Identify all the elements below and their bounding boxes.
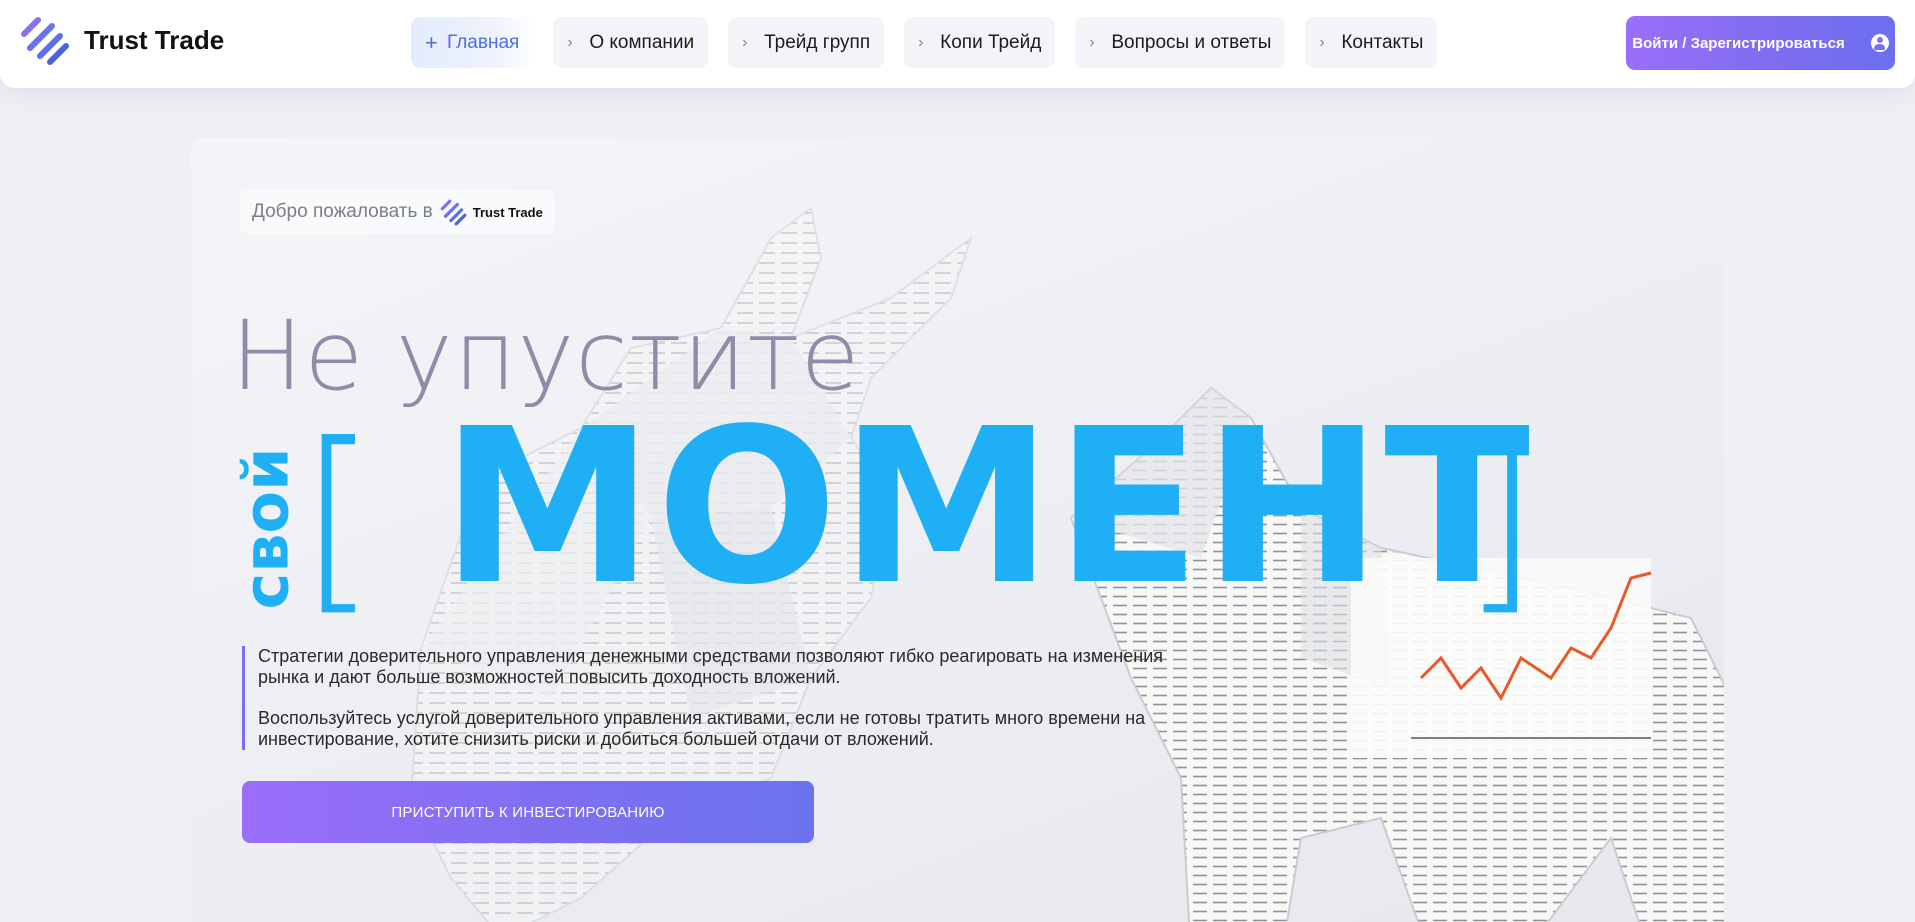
plus-icon: + [425, 29, 438, 55]
login-register-button[interactable]: Войти / Зарегистрироваться [1626, 16, 1895, 70]
welcome-text: Добро пожаловать в [252, 201, 433, 222]
login-button-label: Войти / Зарегистрироваться [1632, 34, 1845, 52]
nav-item-home[interactable]: + Главная [411, 17, 534, 68]
description-paragraph-1: Стратегии доверительного управления дене… [258, 646, 1163, 687]
nav-item-label: Контакты [1341, 31, 1424, 53]
vertical-word-text: свой [229, 446, 303, 610]
logo-icon [21, 17, 69, 65]
nav-item-label: Вопросы и ответы [1111, 31, 1272, 53]
nav-item-about[interactable]: › О компании [553, 17, 709, 68]
chevron-right-icon: › [1319, 33, 1325, 51]
welcome-brand: Trust Trade [472, 204, 543, 220]
nav-item-label: Копи Трейд [940, 31, 1042, 53]
chevron-right-icon: › [918, 33, 924, 51]
bracket-open: [ [299, 401, 378, 634]
welcome-badge: Добро пожаловать в Trust Trade [240, 190, 555, 234]
nav-item-contacts[interactable]: › Контакты [1305, 17, 1438, 68]
bracket-close: ] [1461, 401, 1540, 634]
hero-big-word: МОМЕНТ [441, 383, 1533, 632]
nav-item-label: Трейд групп [764, 31, 871, 53]
user-icon [1870, 34, 1889, 52]
nav-item-copy-trade[interactable]: › Копи Трейд [904, 17, 1056, 68]
nav-item-label: Главная [447, 31, 520, 53]
hero-section: Добро пожаловать в Trust Trade Не упусти… [191, 138, 1724, 922]
brand-logo[interactable]: Trust Trade [18, 14, 224, 66]
chevron-right-icon: › [742, 33, 748, 51]
brand-name: Trust Trade [84, 24, 225, 55]
nav-item-trade-group[interactable]: › Трейд групп [728, 17, 885, 68]
nav-item-faq[interactable]: › Вопросы и ответы [1075, 17, 1286, 68]
chevron-right-icon: › [567, 33, 573, 51]
site-header: Trust Trade + Главная › О компании › Тре… [0, 0, 1915, 88]
description-paragraph-2: Воспользуйтесь услугой доверительного уп… [258, 708, 1146, 749]
logo-icon [440, 199, 467, 226]
chevron-right-icon: › [1089, 33, 1095, 51]
hero-vertical-word: свой [230, 433, 303, 623]
nav-item-label: О компании [589, 31, 695, 53]
start-investing-button[interactable]: ПРИСТУПИТЬ К ИНВЕСТИРОВАНИЮ [242, 781, 814, 843]
main-nav: + Главная › О компании › Трейд групп › К… [411, 17, 1438, 68]
hero-description: Стратегии доверительного управления дене… [242, 646, 1202, 750]
